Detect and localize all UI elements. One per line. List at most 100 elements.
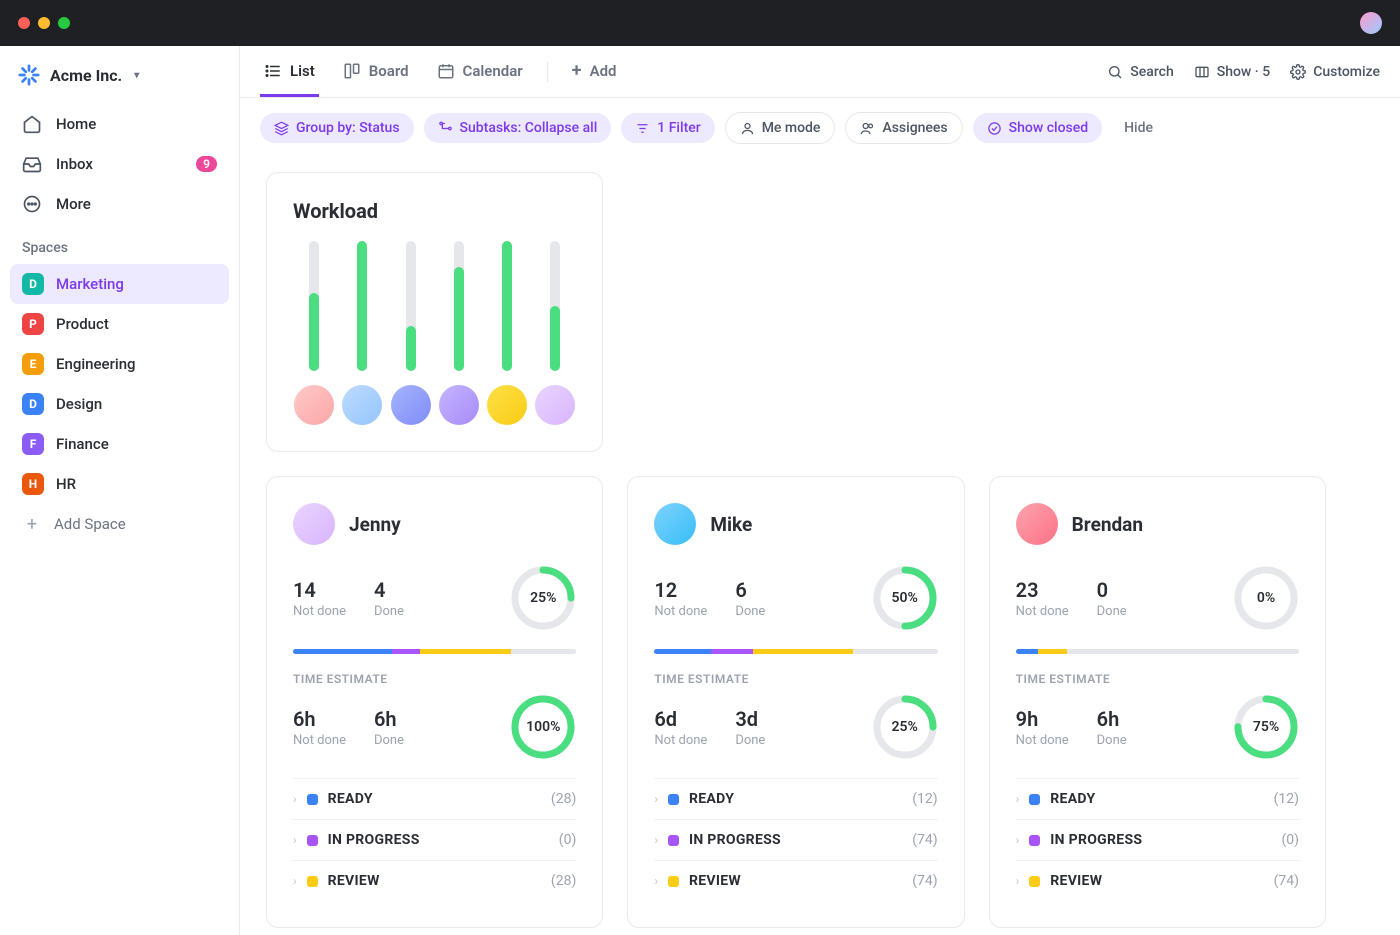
group-by-chip[interactable]: Group by: Status	[260, 113, 414, 143]
space-item-finance[interactable]: FFinance	[10, 424, 229, 464]
spaces-heading: Spaces	[10, 224, 229, 264]
workload-avatar[interactable]	[487, 385, 527, 425]
customize-button[interactable]: Customize	[1290, 64, 1380, 80]
space-badge-icon: H	[22, 473, 44, 495]
close-window-icon[interactable]	[18, 17, 30, 29]
subtasks-chip[interactable]: Subtasks: Collapse all	[424, 113, 612, 143]
status-label: IN PROGRESS	[328, 832, 420, 848]
workspace-name: Acme Inc.	[50, 66, 122, 85]
status-row[interactable]: ›REVIEW(74)	[1016, 860, 1299, 901]
nav-inbox[interactable]: Inbox 9	[10, 144, 229, 184]
show-button[interactable]: Show · 5	[1194, 64, 1270, 80]
status-label: READY	[328, 791, 373, 807]
space-item-product[interactable]: PProduct	[10, 304, 229, 344]
me-mode-chip[interactable]: Me mode	[725, 112, 836, 144]
view-tab-list[interactable]: List	[260, 48, 319, 97]
status-color-icon	[1029, 876, 1040, 887]
nav-label: Home	[56, 115, 96, 133]
nav-more[interactable]: More	[10, 184, 229, 224]
person-avatar[interactable]	[1016, 503, 1058, 545]
user-avatar-icon[interactable]	[1360, 12, 1382, 34]
chevron-right-icon: ›	[1016, 833, 1020, 847]
time-estimate-label: TIME ESTIMATE	[1016, 672, 1299, 686]
status-count: (28)	[551, 873, 576, 889]
status-count: (0)	[1281, 832, 1299, 848]
chevron-right-icon: ›	[293, 874, 297, 888]
nav-label: Inbox	[56, 155, 93, 173]
status-label: REVIEW	[689, 873, 741, 889]
chevron-right-icon: ›	[1016, 792, 1020, 806]
time-estimate-label: TIME ESTIMATE	[293, 672, 576, 686]
nav-home[interactable]: Home	[10, 104, 229, 144]
workload-avatar[interactable]	[535, 385, 575, 425]
view-tab-calendar[interactable]: Calendar	[433, 48, 527, 97]
status-label: IN PROGRESS	[1050, 832, 1142, 848]
sidebar: Acme Inc. ▾ Home Inbox 9 More Spaces DMa…	[0, 46, 240, 935]
status-row[interactable]: ›IN PROGRESS(74)	[654, 819, 937, 860]
gear-icon	[1290, 64, 1306, 80]
add-view-button[interactable]: + Add	[568, 46, 621, 98]
assignees-chip[interactable]: Assignees	[845, 112, 962, 144]
show-closed-chip[interactable]: Show closed	[973, 113, 1102, 143]
space-item-design[interactable]: DDesign	[10, 384, 229, 424]
status-color-icon	[668, 835, 679, 846]
person-name: Mike	[710, 513, 752, 536]
space-item-hr[interactable]: HHR	[10, 464, 229, 504]
space-item-engineering[interactable]: EEngineering	[10, 344, 229, 384]
view-tab-board[interactable]: Board	[339, 48, 413, 97]
completion-ring: 25%	[510, 565, 576, 631]
view-toolbar: List Board Calendar + Add Search	[240, 46, 1400, 98]
done-count: 6	[735, 578, 765, 602]
filter-chip[interactable]: 1 Filter	[621, 113, 714, 143]
workspace-switcher[interactable]: Acme Inc. ▾	[10, 64, 229, 104]
workload-avatar[interactable]	[391, 385, 431, 425]
not-done-count: 23	[1016, 578, 1069, 602]
person-card-mike: Mike 12Not done 6Done 50% TIME ESTIMATE …	[627, 476, 964, 928]
status-row[interactable]: ›IN PROGRESS(0)	[293, 819, 576, 860]
chevron-right-icon: ›	[654, 833, 658, 847]
time-not-done: 6h	[293, 707, 346, 731]
status-label: READY	[689, 791, 734, 807]
status-row[interactable]: › IN PROGRESS (0)	[1016, 819, 1299, 860]
person-name: Brendan	[1072, 513, 1143, 536]
workload-chart	[293, 241, 576, 371]
person-avatar[interactable]	[293, 503, 335, 545]
status-row[interactable]: › REVIEW (74)	[654, 860, 937, 901]
status-label: READY	[1050, 791, 1095, 807]
hide-button[interactable]: Hide	[1124, 120, 1153, 136]
status-color-icon	[307, 835, 318, 846]
status-count: (0)	[559, 832, 577, 848]
completion-ring: 50%	[872, 565, 938, 631]
calendar-icon	[437, 62, 455, 80]
status-row[interactable]: › REVIEW (28)	[293, 860, 576, 901]
status-row[interactable]: ›READY(12)	[1016, 778, 1299, 819]
time-not-done: 9h	[1016, 707, 1069, 731]
workload-avatar[interactable]	[439, 385, 479, 425]
done-count: 4	[374, 578, 404, 602]
filter-icon	[635, 121, 650, 136]
time-done: 6h	[1097, 707, 1127, 731]
search-button[interactable]: Search	[1107, 64, 1173, 80]
space-badge-icon: F	[22, 433, 44, 455]
person-card-jenny: Jenny 14Not done 4Done 25% TIME ESTIMATE…	[266, 476, 603, 928]
status-label: REVIEW	[1050, 873, 1102, 889]
time-not-done: 6d	[654, 707, 707, 731]
plus-icon: +	[22, 514, 42, 534]
add-space-button[interactable]: + Add Space	[10, 504, 229, 544]
status-row[interactable]: ›READY(12)	[654, 778, 937, 819]
minimize-window-icon[interactable]	[38, 17, 50, 29]
person-avatar[interactable]	[654, 503, 696, 545]
status-label: REVIEW	[328, 873, 380, 889]
workload-avatar[interactable]	[342, 385, 382, 425]
space-badge-icon: E	[22, 353, 44, 375]
completion-ring: 0%	[1233, 565, 1299, 631]
status-row[interactable]: ›READY(28)	[293, 778, 576, 819]
maximize-window-icon[interactable]	[58, 17, 70, 29]
space-item-marketing[interactable]: DMarketing	[10, 264, 229, 304]
workload-avatar[interactable]	[294, 385, 334, 425]
chevron-right-icon: ›	[654, 874, 658, 888]
status-count: (74)	[912, 873, 937, 889]
more-icon	[22, 194, 42, 214]
status-color-icon	[668, 794, 679, 805]
home-icon	[22, 114, 42, 134]
